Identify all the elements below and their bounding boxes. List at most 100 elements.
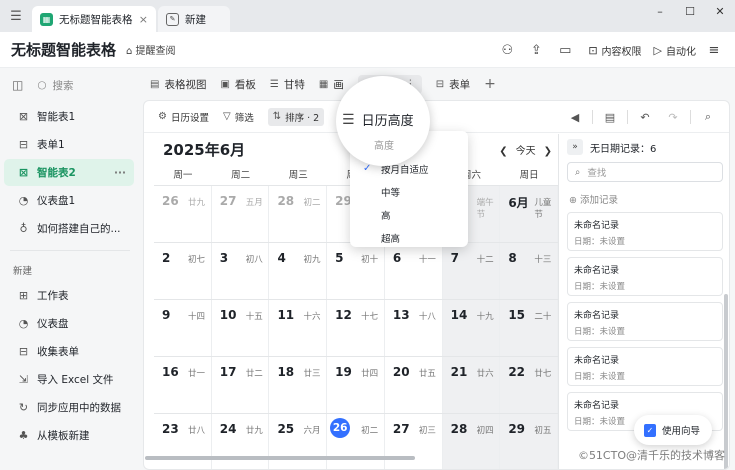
permission-button[interactable]: ⊡ 内容权限 <box>588 43 641 58</box>
calendar-day-cell[interactable]: 28 初二 <box>269 186 328 242</box>
sidebar-item-dashboard1[interactable]: ◔ 仪表盘1 <box>4 187 134 214</box>
sync-data-item[interactable]: ↻ 同步应用中的数据 <box>4 394 134 421</box>
gear-icon: ⚙ <box>158 111 167 122</box>
chevron-left-icon[interactable]: ❮ <box>499 146 507 157</box>
calendar-day-cell[interactable]: 29 初五 <box>500 414 559 469</box>
calendar-height-button[interactable]: ☰ 日历高度 <box>342 110 414 130</box>
more-icon[interactable]: ··· <box>114 167 126 179</box>
option-extra-high[interactable]: 超高 <box>350 226 468 249</box>
calendar-day-cell[interactable]: 3 初八 <box>212 243 270 299</box>
sidebar-item-form1[interactable]: ⊟ 表单1 <box>4 131 134 158</box>
record-card[interactable]: 未命名记录 日期：未设置 <box>567 302 723 341</box>
watermark: ©51CTO@清千乐的技术博客 <box>577 449 725 462</box>
calendar-day-cell[interactable]: 23 廿八 <box>154 414 212 469</box>
record-card[interactable]: 未命名记录 日期：未设置 <box>567 347 723 386</box>
calendar-day-cell[interactable]: 9 十四 <box>154 300 212 356</box>
add-record-button[interactable]: ⊕ 添加记录 <box>569 192 729 206</box>
announce-icon[interactable]: ◀ <box>564 111 586 124</box>
template-item[interactable]: ♣ 从模板新建 <box>4 422 134 449</box>
calendar-day-cell[interactable]: 26 廿九 <box>154 186 212 242</box>
collapse-icon[interactable]: » <box>567 139 583 155</box>
record-search-input[interactable]: ⌕ 查找 <box>567 162 723 182</box>
calendar-day-cell[interactable]: 21 廿六 <box>442 357 501 413</box>
calendar-day-cell[interactable]: 17 廿二 <box>212 357 270 413</box>
option-medium[interactable]: 中等 <box>350 180 468 203</box>
calendar-day-cell[interactable]: 7 十二 <box>442 243 501 299</box>
side-scrollbar[interactable] <box>724 294 728 469</box>
tab-gantt[interactable]: ☰ 甘特 <box>270 77 305 92</box>
lunar-label: 初十 <box>361 255 379 265</box>
sidebar-item-guide[interactable]: ♁ 如何搭建自己的... <box>4 215 134 242</box>
remind-button[interactable]: ⌂ 提醒查阅 <box>126 42 176 57</box>
lunar-label: 十五 <box>245 312 263 322</box>
redo-icon[interactable]: ↷ <box>662 111 684 124</box>
lunar-label: 十三 <box>534 255 552 265</box>
chevron-right-icon[interactable]: ❯ <box>544 146 552 157</box>
undo-icon[interactable]: ↶ <box>634 111 656 124</box>
tab-document[interactable]: ▦ 无标题智能表格 × <box>32 6 156 32</box>
calendar-day-cell[interactable]: 20 廿五 <box>385 357 443 413</box>
new-form-item[interactable]: ⊟ 收集表单 <box>4 338 134 365</box>
tab-form[interactable]: ⊟ 表单 <box>436 77 470 92</box>
sidebar-item-sheet2[interactable]: ⊠ 智能表2 ··· <box>4 159 134 186</box>
calendar-day-cell[interactable]: 22 廿七 <box>500 357 559 413</box>
sidebar-toggle-icon[interactable]: ◫ <box>12 78 23 92</box>
close-window-icon[interactable]: ✕ <box>705 0 735 22</box>
tab-grid-view[interactable]: ▤ 表格视图 <box>150 77 206 92</box>
calendar-day-cell[interactable]: 2 初七 <box>154 243 212 299</box>
weekday: 周一 <box>173 170 193 181</box>
calendar-day-cell[interactable]: 24 廿九 <box>212 414 270 469</box>
calendar-day-cell[interactable]: 14 十九 <box>442 300 501 356</box>
calendar-settings-button[interactable]: ⚙ 日历设置 <box>158 110 209 124</box>
calendar-day-cell[interactable]: 26 初二 <box>327 414 385 469</box>
calendar-day-cell[interactable]: 8 十三 <box>500 243 559 299</box>
calendar-day-cell[interactable]: 5 初十 <box>327 243 385 299</box>
view-tab-label: 画 <box>333 78 344 91</box>
close-icon[interactable]: × <box>139 13 148 26</box>
calendar-day-cell[interactable]: 4 初九 <box>269 243 328 299</box>
minimize-icon[interactable]: – <box>645 0 675 22</box>
calendar-scrollbar[interactable] <box>145 456 415 460</box>
calendar-day-cell[interactable]: 13 十八 <box>385 300 443 356</box>
calendar-day-cell[interactable]: 12 十七 <box>327 300 385 356</box>
filter-button[interactable]: ▽ 筛选 <box>223 110 254 124</box>
automation-button[interactable]: ▷ 自动化 <box>654 43 696 58</box>
sort-button[interactable]: ⇅ 排序 · 2 <box>267 107 325 126</box>
calendar-day-cell[interactable]: 18 廿三 <box>269 357 328 413</box>
window-menu-icon[interactable]: ☰ <box>0 0 32 32</box>
calendar-day-cell[interactable]: 27 五月 <box>212 186 270 242</box>
tab-new[interactable]: ✎ 新建 <box>158 6 230 32</box>
comment-icon[interactable]: ▭ <box>554 39 576 61</box>
import-excel-item[interactable]: ⇲ 导入 Excel 文件 <box>4 366 134 393</box>
calendar-day-cell[interactable]: 10 十五 <box>212 300 270 356</box>
share-icon[interactable]: ⇪ <box>525 39 547 61</box>
tab-gallery[interactable]: ▦ 画 <box>319 77 344 92</box>
search-icon[interactable]: ⌕ <box>697 110 719 124</box>
record-card[interactable]: 未命名记录 日期：未设置 <box>567 257 723 296</box>
calendar-day-cell[interactable]: 6月 儿童节 <box>500 186 559 242</box>
add-view-button[interactable]: + <box>484 76 496 92</box>
sidebar-search[interactable]: ◫ ○ 搜索 <box>0 68 140 102</box>
new-sheet-item[interactable]: ⊞ 工作表 <box>4 282 134 309</box>
guide-button[interactable]: ✓ 使用向导 <box>634 415 712 445</box>
add-user-icon[interactable]: ⚇ <box>496 39 518 61</box>
record-card[interactable]: 未命名记录 日期：未设置 <box>567 212 723 251</box>
menu-icon[interactable]: ≡ <box>703 39 725 61</box>
calendar-day-cell[interactable]: 19 廿四 <box>327 357 385 413</box>
lunar-label: 初七 <box>188 255 206 265</box>
sidebar-item-sheet1[interactable]: ⊠ 智能表1 <box>4 103 134 130</box>
calendar-day-cell[interactable]: 15 二十 <box>500 300 559 356</box>
today-button[interactable]: 今天 <box>516 146 536 157</box>
calendar-day-cell[interactable]: 25 六月 <box>269 414 328 469</box>
note-icon[interactable]: ▤ <box>599 111 621 124</box>
maximize-icon[interactable]: ☐ <box>675 0 705 22</box>
calendar-day-cell[interactable]: 16 廿一 <box>154 357 212 413</box>
calendar-day-cell[interactable]: 27 初三 <box>385 414 443 469</box>
calendar-day-cell[interactable]: 11 十六 <box>269 300 328 356</box>
calendar-day-cell[interactable]: 6 十一 <box>385 243 443 299</box>
option-high[interactable]: 高 <box>350 203 468 226</box>
calendar-day-cell[interactable]: 28 初四 <box>442 414 501 469</box>
tab-kanban[interactable]: ▣ 看板 <box>220 77 255 92</box>
new-dashboard-item[interactable]: ◔ 仪表盘 <box>4 310 134 337</box>
page-title[interactable]: 无标题智能表格 <box>11 39 116 60</box>
